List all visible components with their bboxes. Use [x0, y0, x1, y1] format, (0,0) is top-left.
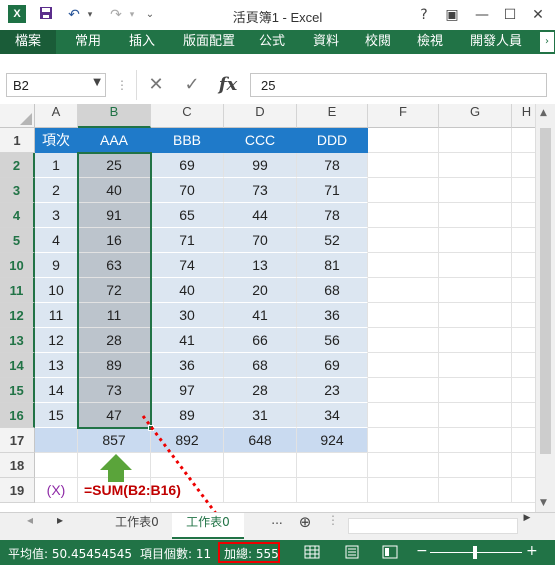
horizontal-scrollbar[interactable] [348, 518, 518, 534]
up-arrow-icon [100, 454, 132, 482]
zoom-out-button[interactable]: − [416, 543, 428, 559]
zoom-in-button[interactable]: + [526, 543, 538, 559]
sheet-bar-grip-icon: ⋮ [327, 513, 339, 527]
sheet-scroll-right-icon[interactable]: ▸ [52, 513, 68, 539]
sheet-tab-1[interactable]: 工作表0 [102, 513, 172, 539]
sheet-tab-2[interactable]: 工作表0 [172, 513, 244, 539]
page-layout-view-icon[interactable] [344, 545, 360, 562]
annotation-overlay [100, 415, 244, 550]
sheet-scroll-left-icon[interactable]: ◂ [22, 513, 38, 539]
page-break-view-icon[interactable] [382, 545, 398, 562]
status-sum: 加總: 555 [224, 547, 279, 561]
scroll-right-icon[interactable]: ▶ [520, 513, 534, 539]
more-sheets-button[interactable]: ... [266, 513, 288, 539]
status-bar: 平均值: 50.45454545 項目個數: 11 加總: 555 − + [0, 540, 555, 565]
status-count: 項目個數: 11 [140, 547, 212, 561]
sheet-tab-bar: ◂ ▸ 工作表0 工作表0 ... ⊕ ⋮ ▶ [0, 512, 555, 540]
zoom-slider-thumb[interactable] [473, 546, 477, 559]
add-sheet-icon[interactable]: ⊕ [294, 513, 316, 539]
normal-view-icon[interactable] [304, 545, 320, 562]
status-average: 平均值: 50.45454545 [8, 547, 133, 561]
